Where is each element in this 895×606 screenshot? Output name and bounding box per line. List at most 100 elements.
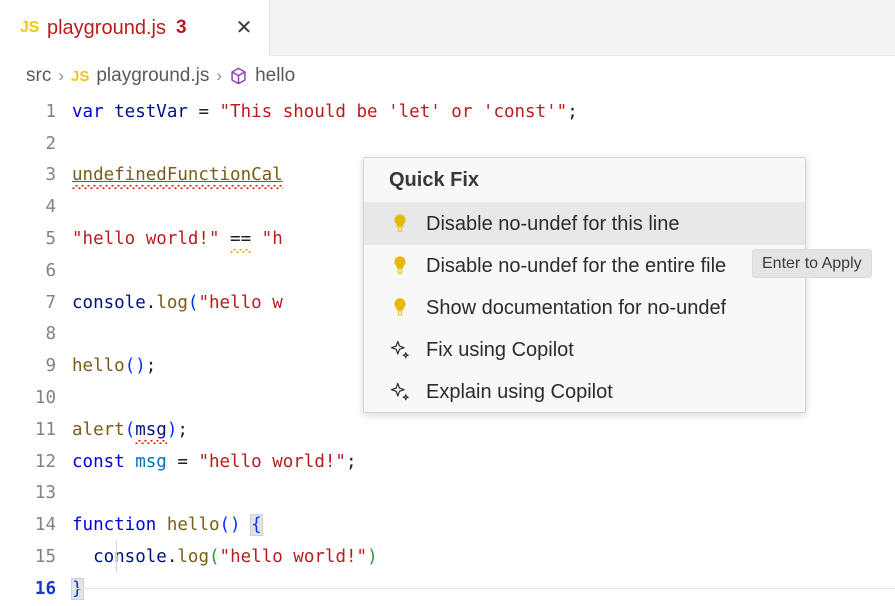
quick-fix-item-disable-this-line[interactable]: Disable no-undef for this line: [364, 203, 805, 245]
tab-error-count-badge: 3: [176, 17, 187, 39]
line-number: 8: [0, 324, 72, 344]
token-string: "hello world!": [198, 452, 346, 472]
token-paren: ): [167, 420, 178, 440]
line-number-active: 16: [0, 579, 72, 599]
line-number: 7: [0, 293, 72, 313]
token-string: "hello w: [198, 293, 282, 313]
token-method: log: [156, 293, 188, 313]
close-icon[interactable]: ✕: [231, 15, 257, 41]
quick-fix-item-label: Fix using Copilot: [426, 339, 574, 362]
code-line-16: 16 }: [0, 573, 895, 605]
quick-fix-popup[interactable]: Quick Fix Disable no-undef for this line…: [363, 157, 806, 413]
line-number: 2: [0, 134, 72, 154]
token-keyword: var: [72, 102, 104, 122]
symbol-cube-icon: [229, 66, 248, 86]
code-line-2: 2: [0, 128, 895, 160]
code-text: undefinedFunctionCal: [72, 165, 283, 185]
copilot-sparkle-icon: [389, 339, 411, 361]
code-line-1: 1 var testVar = "This should be 'let' or…: [0, 96, 895, 128]
breadcrumb-item-symbol[interactable]: hello: [255, 65, 295, 87]
editor-tab-playground-js[interactable]: JS playground.js 3 ✕: [0, 0, 270, 56]
token-object: console: [72, 293, 146, 313]
token-keyword: function: [72, 515, 156, 535]
code-text: function hello() {: [72, 515, 262, 535]
quick-fix-item-label: Disable no-undef for the entire file: [426, 255, 726, 278]
token-matching-brace: {: [251, 515, 262, 535]
quick-fix-item-label: Show documentation for no-undef: [426, 297, 726, 320]
token-paren: (: [125, 420, 136, 440]
code-text: hello();: [72, 356, 156, 376]
code-line-12: 12 const msg = "hello world!";: [0, 446, 895, 478]
vscode-editor-window: JS playground.js 3 ✕ src › JS playground…: [0, 0, 895, 606]
code-text: console.log("hello world!"): [72, 547, 378, 567]
code-line-13: 13: [0, 478, 895, 510]
token-string: "hello world!": [220, 547, 368, 567]
token-paren: ): [367, 547, 378, 567]
lightbulb-icon: [389, 213, 411, 235]
token-semicolon: ;: [146, 356, 157, 376]
breadcrumb-item-src[interactable]: src: [26, 65, 51, 87]
chevron-right-icon: ›: [216, 66, 222, 86]
quick-fix-item-explain-using-copilot[interactable]: Explain using Copilot: [364, 371, 805, 413]
line-number: 5: [0, 229, 72, 249]
token-undefined-function[interactable]: undefinedFunctionCal: [72, 165, 283, 185]
line-number: 6: [0, 261, 72, 281]
chevron-right-icon: ›: [58, 66, 64, 86]
token-keyword: const: [72, 452, 125, 472]
javascript-file-icon: JS: [71, 68, 89, 85]
active-line-highlight: [72, 588, 895, 589]
token-method: log: [177, 547, 209, 567]
lightbulb-icon: [389, 255, 411, 277]
tab-title: playground.js: [47, 17, 166, 40]
code-line-14: 14 function hello() {: [0, 509, 895, 541]
token-function-call: alert: [72, 420, 125, 440]
token-semicolon: ;: [177, 420, 188, 440]
copilot-sparkle-icon: [389, 381, 411, 403]
code-text: const msg = "hello world!";: [72, 452, 357, 472]
token-string: "hello world!": [72, 229, 230, 249]
quick-fix-item-show-documentation[interactable]: Show documentation for no-undef: [364, 287, 805, 329]
line-number: 10: [0, 388, 72, 408]
line-number: 14: [0, 515, 72, 535]
token-paren: (: [188, 293, 199, 313]
enter-to-apply-tooltip: Enter to Apply: [752, 249, 872, 278]
line-number: 15: [0, 547, 72, 567]
code-line-15: 15 console.log("hello world!"): [0, 541, 895, 573]
code-text: "hello world!" == "h: [72, 229, 283, 249]
token-dot: .: [146, 293, 157, 313]
token-semicolon: ;: [346, 452, 357, 472]
token-paren: ): [135, 356, 146, 376]
lightbulb-icon: [389, 297, 411, 319]
indent-guide: [116, 541, 117, 573]
breadcrumb-item-file[interactable]: playground.js: [96, 65, 209, 87]
quick-fix-item-label: Disable no-undef for this line: [426, 213, 679, 236]
token-loose-equality-operator: ==: [230, 229, 251, 249]
token-undefined-variable[interactable]: msg: [135, 420, 167, 440]
token-object: console: [93, 547, 167, 567]
breadcrumb: src › JS playground.js › hello: [0, 56, 895, 96]
token-identifier: testVar: [104, 102, 199, 122]
editor-tab-bar: JS playground.js 3 ✕: [0, 0, 895, 56]
quick-fix-title: Quick Fix: [364, 158, 805, 203]
line-number: 11: [0, 420, 72, 440]
quick-fix-item-fix-using-copilot[interactable]: Fix using Copilot: [364, 329, 805, 371]
token-paren: (: [209, 547, 220, 567]
code-text: var testVar = "This should be 'let' or '…: [72, 102, 578, 122]
quick-fix-item-label: Explain using Copilot: [426, 381, 613, 404]
token-paren: (): [220, 515, 252, 535]
token-paren: (: [125, 356, 136, 376]
javascript-file-icon: JS: [20, 19, 39, 37]
token-identifier: msg: [125, 452, 178, 472]
line-number: 9: [0, 356, 72, 376]
code-line-11: 11 alert(msg);: [0, 414, 895, 446]
token-dot: .: [167, 547, 178, 567]
token-function-name: hello: [156, 515, 219, 535]
code-text: console.log("hello w: [72, 293, 283, 313]
code-text: alert(msg);: [72, 420, 188, 440]
token-operator: =: [198, 102, 219, 122]
token-function-call: hello: [72, 356, 125, 376]
token-semicolon: ;: [567, 102, 578, 122]
line-number: 3: [0, 165, 72, 185]
token-string: "h: [251, 229, 283, 249]
quick-fix-item-disable-entire-file[interactable]: Disable no-undef for the entire file: [364, 245, 805, 287]
